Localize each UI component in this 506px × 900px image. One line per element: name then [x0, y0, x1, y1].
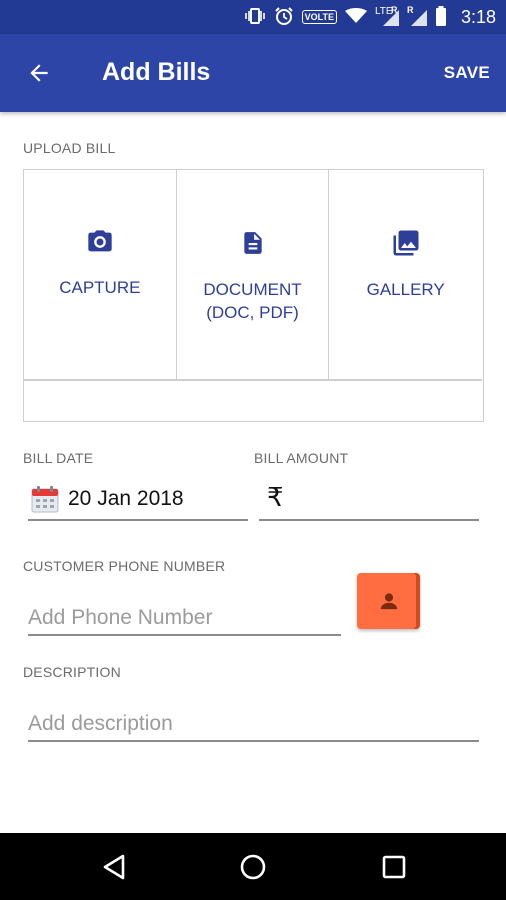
capture-option[interactable]: CAPTURE	[24, 170, 177, 380]
navigation-bar	[0, 833, 506, 900]
document-icon	[243, 232, 262, 254]
capture-label: CAPTURE	[59, 278, 141, 297]
phone-underline	[28, 634, 341, 636]
document-option[interactable]: DOCUMENT (DOC, PDF)	[177, 170, 330, 380]
status-bar: VOLTE LTE R R 3:18	[0, 0, 506, 34]
calendar-icon	[31, 485, 59, 518]
bill-amount-input[interactable]	[296, 484, 476, 514]
description-input[interactable]	[28, 709, 476, 739]
contact-picker-button[interactable]	[357, 573, 420, 629]
page-title: Add Bills	[102, 58, 211, 86]
nav-home-button[interactable]	[237, 851, 269, 883]
wifi-icon	[344, 7, 367, 27]
upload-bill-label: UPLOAD BILL	[23, 140, 116, 156]
save-button[interactable]: SAVE	[444, 63, 490, 83]
bill-amount-underline	[259, 519, 479, 521]
status-time: 3:18	[460, 6, 496, 27]
camera-icon	[88, 230, 112, 252]
volte-badge: VOLTE	[301, 10, 337, 24]
contact-icon	[380, 593, 397, 610]
recents-square-icon	[382, 855, 406, 879]
vibrate-icon	[244, 7, 266, 27]
gallery-option[interactable]: GALLERY	[329, 170, 482, 380]
upload-box: CAPTURE DOCUMENT (DOC, PDF) GALLERY	[23, 169, 484, 422]
upload-options: CAPTURE DOCUMENT (DOC, PDF) GALLERY	[24, 170, 482, 380]
phone-label: CUSTOMER PHONE NUMBER	[23, 558, 226, 574]
app-bar: Add Bills SAVE	[0, 34, 506, 112]
description-label: DESCRIPTION	[23, 664, 121, 680]
divider	[24, 379, 482, 381]
roaming-label-2: R	[406, 5, 414, 15]
back-triangle-icon	[103, 854, 125, 880]
signal-icon-2: R	[406, 5, 427, 26]
nav-recents-button[interactable]	[378, 851, 410, 883]
gallery-label: GALLERY	[366, 280, 445, 299]
bill-date-underline	[28, 519, 248, 521]
signal-icon-1: LTE R	[375, 5, 399, 26]
bill-date-value[interactable]: 20 Jan 2018	[68, 487, 184, 511]
bill-date-label: BILL DATE	[23, 450, 94, 466]
home-circle-icon	[240, 854, 266, 880]
arrow-left-icon	[30, 64, 48, 82]
nav-back-button[interactable]	[98, 851, 130, 883]
alarm-icon	[274, 6, 294, 29]
phone-input[interactable]	[28, 603, 338, 633]
battery-icon	[435, 5, 447, 29]
rupee-symbol: ₹	[267, 482, 284, 512]
description-underline	[28, 740, 479, 742]
bill-amount-label: BILL AMOUNT	[254, 450, 349, 466]
document-label: DOCUMENT (DOC, PDF)	[203, 280, 302, 322]
back-button[interactable]	[22, 56, 56, 90]
roaming-label-1: R	[390, 5, 398, 15]
status-icons: VOLTE LTE R R 3:18	[244, 0, 496, 34]
gallery-icon	[393, 230, 419, 256]
